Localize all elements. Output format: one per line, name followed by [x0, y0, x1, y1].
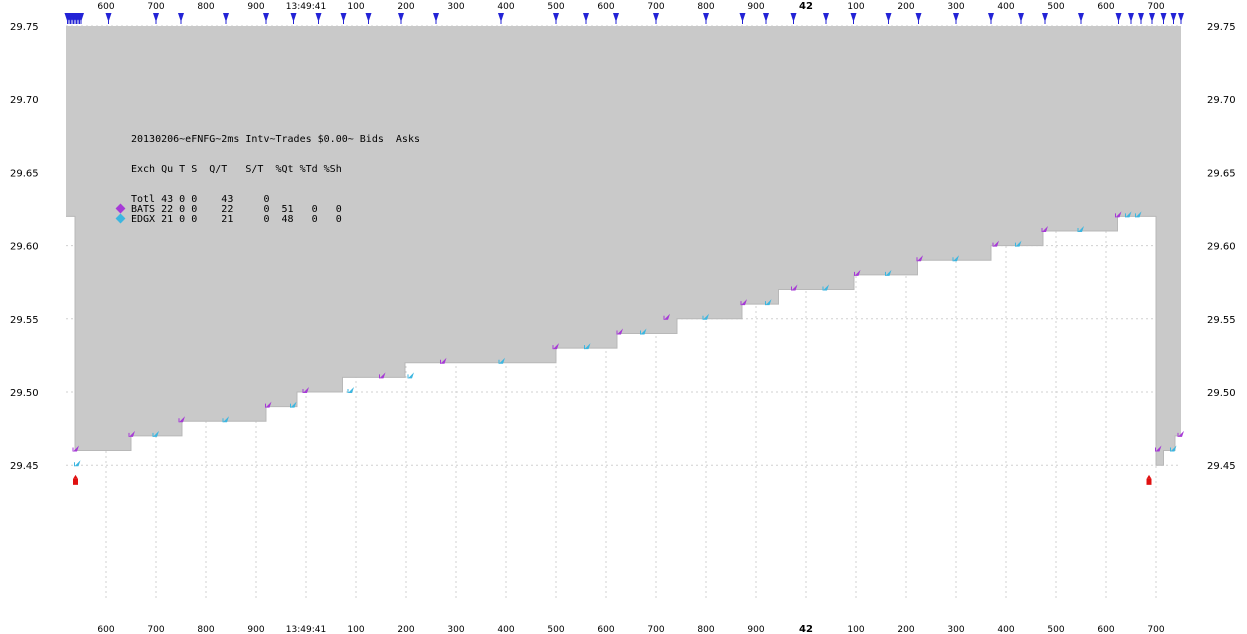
legend-swatch	[115, 213, 126, 224]
x-tick-label-top: 700	[147, 2, 164, 12]
y-axis-right: 29.75 29.70 29.65 29.60 29.55 29.50 29.45	[1207, 22, 1236, 472]
x-tick-label-top: 100	[847, 2, 864, 12]
x-axis-bottom: 600 700 800 900 13:49:41 100 200 300 400 500 600 70…	[97, 624, 1164, 634]
legend-swatch	[115, 203, 126, 214]
x-tick-label-top: 300	[947, 2, 964, 12]
x-tick-label-top: 900	[747, 2, 764, 12]
x-tick-label-bottom: 700	[1147, 625, 1164, 634]
x-tick-label-top: 42	[799, 1, 813, 12]
x-tick-label-top: 200	[897, 2, 914, 12]
y-tick-label-right: 29.70	[1207, 95, 1236, 106]
x-tick-label-bottom: 400	[997, 625, 1014, 634]
x-tick-label-top: 800	[197, 2, 214, 12]
x-tick-label-bottom: 100	[847, 625, 864, 634]
x-tick-label-bottom: 800	[197, 625, 214, 634]
x-tick-label-top: 500	[547, 2, 564, 12]
y-tick-label-left: 29.65	[10, 168, 39, 179]
chart-title: 20130206~eFNFG~2ms Intv~Trades $0.00~ Bi…	[131, 134, 420, 145]
y-axis-left: 29.75 29.70 29.65 29.60 29.55 29.50 29.45	[10, 22, 39, 472]
y-tick-label-right: 29.75	[1207, 22, 1236, 33]
x-tick-label-top: 13:49:41	[286, 2, 326, 12]
x-tick-label-bottom: 600	[597, 625, 614, 634]
x-tick-label-top: 600	[597, 2, 614, 12]
y-tick-label-right: 29.65	[1207, 168, 1236, 179]
x-tick-label-top: 900	[247, 2, 264, 12]
x-tick-label-top: 700	[1147, 2, 1164, 12]
legend-row: EDGX 21 0 0 21 0 48 0 0	[115, 213, 420, 225]
y-tick-label-left: 29.50	[10, 388, 39, 399]
y-tick-label-right: 29.50	[1207, 388, 1236, 399]
x-tick-label-bottom: 400	[497, 625, 514, 634]
x-tick-label-bottom: 500	[547, 625, 564, 634]
x-tick-label-bottom: 900	[247, 625, 264, 634]
x-tick-label-top: 400	[497, 2, 514, 12]
x-tick-label-bottom: 100	[347, 625, 364, 634]
x-tick-label-top: 600	[97, 2, 114, 12]
y-tick-label-right: 29.60	[1207, 242, 1236, 253]
trade-markers	[73, 474, 1152, 485]
x-tick-label-bottom: 300	[947, 625, 964, 634]
x-tick-label-top: 200	[397, 2, 414, 12]
x-tick-label-bottom: 200	[897, 625, 914, 634]
quote-marker-edgx	[348, 387, 354, 393]
trade-marker-tip	[1146, 474, 1152, 479]
quote-marker-edgx	[74, 460, 81, 467]
x-tick-label-bottom: 800	[697, 625, 714, 634]
x-tick-label-bottom: 42	[799, 624, 813, 634]
legend-row-text: EDGX 21 0 0 21 0 48 0 0	[131, 214, 342, 225]
top-tick-markers	[64, 13, 1184, 24]
y-tick-label-left: 29.45	[10, 461, 39, 472]
y-tick-label-left: 29.75	[10, 22, 39, 33]
x-tick-label-bottom: 600	[97, 625, 114, 634]
trade-marker-tip	[73, 474, 78, 479]
y-tick-label-right: 29.55	[1207, 315, 1236, 326]
x-tick-label-top: 300	[447, 2, 464, 12]
legend-rows: Totl 43 0 0 43 0 BATS 22 0 0 22 0 51 0 0E…	[115, 195, 420, 225]
x-tick-label-bottom: 600	[1097, 625, 1114, 634]
x-tick-label-bottom: 500	[1047, 625, 1064, 634]
y-tick-label-right: 29.45	[1207, 461, 1236, 472]
x-tick-label-top: 800	[697, 2, 714, 12]
x-tick-label-bottom: 300	[447, 625, 464, 634]
x-tick-label-bottom: 13:49:41	[286, 625, 326, 634]
x-tick-label-top: 100	[347, 2, 364, 12]
legend-header: Exch Qu T S Q/T S/T %Qt %Td %Sh	[131, 164, 342, 175]
x-tick-label-bottom: 700	[647, 625, 664, 634]
y-tick-label-left: 29.55	[10, 315, 39, 326]
x-tick-label-top: 700	[647, 2, 664, 12]
y-tick-label-left: 29.70	[10, 95, 39, 106]
x-tick-label-top: 400	[997, 2, 1014, 12]
trade-marker	[73, 478, 78, 485]
x-tick-label-top: 500	[1047, 2, 1064, 12]
x-tick-label-top: 600	[1097, 2, 1114, 12]
x-axis-top: 600 700 800 900 13:49:41 100 200 300 400 500 600 70…	[97, 1, 1164, 12]
y-tick-label-left: 29.60	[10, 242, 39, 253]
legend: 20130206~eFNFG~2ms Intv~Trades $0.00~ Bi…	[115, 115, 420, 235]
quote-marker-edgx	[408, 372, 414, 379]
x-tick-label-bottom: 700	[147, 625, 164, 634]
x-tick-label-bottom: 900	[747, 625, 764, 634]
x-tick-label-bottom: 200	[397, 625, 414, 634]
price-chart: 29.75 29.70 29.65 29.60 29.55 29.50 29.45 29.7…	[10, 1, 1236, 634]
trade-marker	[1146, 478, 1152, 485]
